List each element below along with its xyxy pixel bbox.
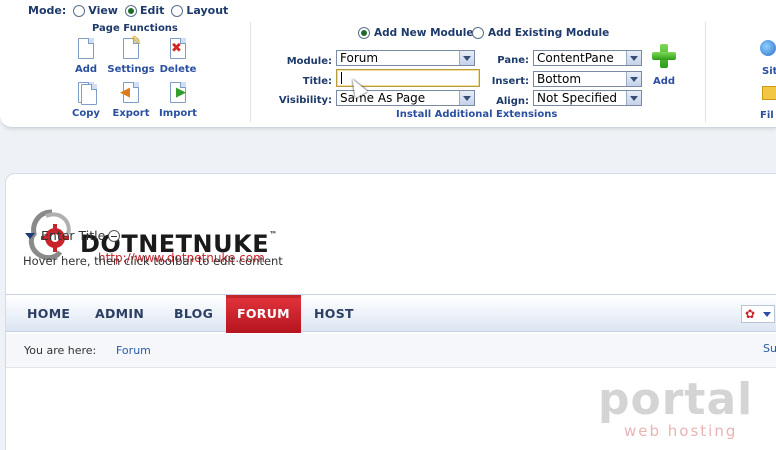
flag-icon: ✿: [745, 307, 756, 321]
title-label: Title:: [302, 76, 332, 87]
mode-layout-radio[interactable]: [171, 4, 184, 17]
language-selector[interactable]: ✿: [741, 305, 775, 323]
chevron-down-icon: [626, 72, 641, 86]
control-panel: Mode: View Edit Layout Page Functions Ad…: [0, 0, 776, 128]
mode-selector: Mode: View Edit Layout: [28, 4, 228, 17]
nav-item-host[interactable]: HOST: [303, 295, 365, 333]
module-actions-menu-icon[interactable]: [25, 232, 35, 239]
pane-label: Pane:: [497, 55, 529, 66]
file-link[interactable]: Fil: [760, 110, 774, 121]
module-content-hint: Hover here, then click toolbar to edit c…: [23, 254, 283, 268]
add-new-module-option[interactable]: Add New Module: [358, 27, 473, 39]
delete-page-button[interactable]: ✖ Delete: [148, 38, 208, 75]
main-navigation: HOME ADMIN BLOG FORUM HOST ✿: [6, 294, 776, 333]
insert-select[interactable]: Bottom: [533, 71, 642, 87]
add-module-button[interactable]: Add: [653, 76, 675, 87]
module-select[interactable]: Forum: [336, 50, 475, 66]
add-new-module-radio[interactable]: [358, 27, 370, 39]
globe-icon[interactable]: [760, 40, 776, 56]
install-extensions-link[interactable]: Install Additional Extensions: [396, 109, 557, 120]
mode-view-radio[interactable]: [73, 4, 86, 17]
breadcrumb-link-forum[interactable]: Forum: [116, 344, 151, 357]
align-label: Align:: [496, 96, 529, 107]
module-label: Module:: [286, 56, 332, 67]
watermark-logo: portal: [598, 374, 754, 425]
pane-select[interactable]: ContentPane: [533, 50, 642, 66]
mode-edit-radio[interactable]: [124, 4, 137, 17]
site-link[interactable]: Sit: [762, 66, 776, 77]
align-select[interactable]: Not Specified: [533, 90, 642, 106]
mode-label: Mode:: [28, 4, 67, 17]
chevron-down-icon: [626, 91, 641, 105]
nav-item-admin[interactable]: ADMIN: [84, 295, 155, 333]
nav-item-forum[interactable]: FORUM: [226, 295, 301, 333]
mode-option-layout[interactable]: Layout: [171, 4, 228, 17]
add-existing-module-radio[interactable]: [472, 27, 484, 39]
watermark-tagline: web hosting: [624, 422, 738, 440]
chevron-down-icon: [763, 312, 771, 317]
page-functions-title: Page Functions: [92, 23, 178, 34]
breadcrumb-right-link[interactable]: Su: [763, 342, 776, 355]
visibility-label: Visibility:: [278, 95, 332, 106]
folder-icon[interactable]: [762, 86, 776, 100]
add-module-plus-icon[interactable]: [652, 44, 676, 68]
module-title-row: Enter Title: [25, 228, 121, 243]
collapse-icon[interactable]: [108, 229, 121, 242]
breadcrumb: You are here: Forum Su: [6, 334, 776, 368]
text-caret: [341, 72, 342, 84]
import-page-button[interactable]: ▶ Import: [148, 82, 208, 119]
insert-label: Insert:: [491, 76, 529, 87]
mode-option-view[interactable]: View: [73, 4, 118, 17]
arrow-right-icon: ▶: [176, 85, 186, 100]
module-title: Enter Title: [41, 228, 106, 243]
add-existing-module-option[interactable]: Add Existing Module: [472, 27, 609, 39]
divider: [705, 22, 706, 122]
chevron-down-icon: [626, 51, 641, 65]
mode-option-edit[interactable]: Edit: [124, 4, 164, 17]
page-icon: [78, 38, 94, 59]
delete-x-icon: ✖: [171, 41, 182, 56]
pencil-icon: ✎: [131, 34, 142, 49]
nav-item-blog[interactable]: BLOG: [163, 295, 224, 333]
nav-item-home[interactable]: HOME: [16, 295, 81, 333]
arrow-left-icon: ◀: [120, 85, 130, 100]
divider: [250, 22, 251, 122]
breadcrumb-label: You are here:: [24, 344, 97, 357]
